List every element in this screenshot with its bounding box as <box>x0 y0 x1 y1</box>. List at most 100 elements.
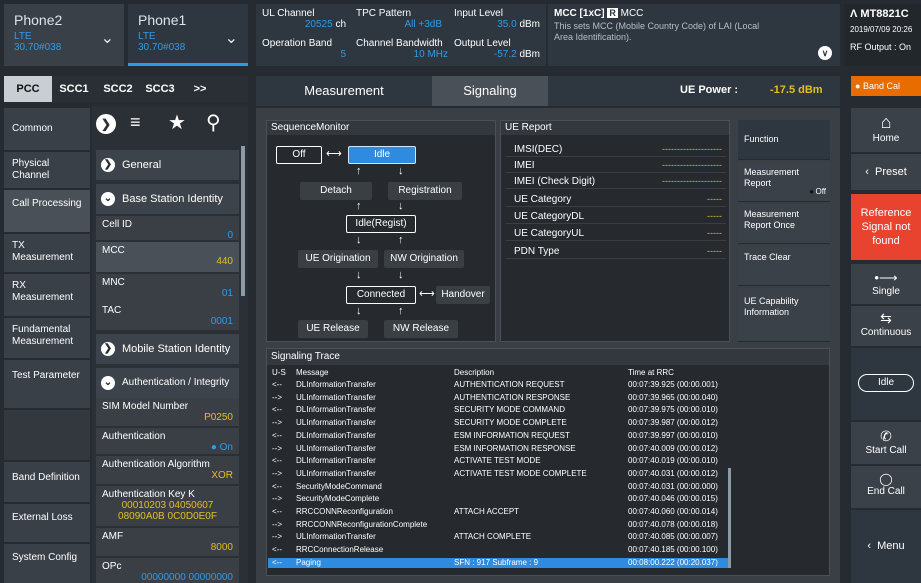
home-button[interactable]: ⌂ Home <box>851 108 921 152</box>
app-window: Phone2 LTE 30.70#038 ⌄ Phone1 LTE 30.70#… <box>0 0 921 583</box>
trace-row[interactable]: <-- DLInformationTransfer ACTIVATE TEST MO… <box>268 456 728 466</box>
settings-scrollbar[interactable] <box>241 146 245 296</box>
trace-row[interactable]: <-- DLInformationTransfer ESM INFORMATION … <box>268 431 728 441</box>
tpc-pattern[interactable]: TPC Pattern All +3dB <box>356 8 442 30</box>
trace-row[interactable]: <-- DLInformationTransfer SECURITY MODE CO… <box>268 405 728 415</box>
star-icon[interactable]: ★ <box>168 110 186 135</box>
expand-icon[interactable]: ❯ <box>96 114 116 134</box>
search-icon[interactable]: ⚲ <box>206 110 221 135</box>
home-icon: ⌂ <box>880 112 892 132</box>
tab-measurement[interactable]: Measurement <box>256 76 432 106</box>
field-authentication[interactable]: Authentication ● On <box>96 428 239 454</box>
trace-header: U-S Message Description Time at RRC <box>272 368 674 377</box>
action-detach[interactable]: Detach <box>300 182 372 200</box>
trace-clear-button[interactable]: Trace Clear <box>738 246 830 286</box>
category-external-loss[interactable]: External Loss <box>4 504 90 542</box>
action-handover[interactable]: Handover <box>436 286 490 304</box>
field-tac[interactable]: TAC 0001 <box>96 302 239 330</box>
trace-message: DLInformationTransfer <box>296 430 376 440</box>
tab-signaling[interactable]: Signaling <box>432 76 548 106</box>
section-general[interactable]: ❯ General <box>96 150 239 180</box>
trace-row[interactable]: <-- Paging SFN : 917 Subframe : 9 00:08:00.… <box>268 557 728 569</box>
output-level[interactable]: Output Level -57.2 dBm <box>454 38 540 60</box>
field-mcc[interactable]: MCC 440 <box>96 242 239 272</box>
trace-row[interactable]: <-- DLInformationTransfer AUTHENTICATION R… <box>268 380 728 390</box>
category-rx-measurement[interactable]: RX Measurement <box>4 274 90 316</box>
action-registration[interactable]: Registration <box>388 182 462 200</box>
trace-time: 00:07:40.031 (00:00.000) <box>628 481 718 491</box>
state-idle: Idle <box>348 146 416 164</box>
category-system-config[interactable]: System Config <box>4 544 90 583</box>
trace-row[interactable]: <-- RRCCONNReconfiguration ATTACH ACCEPT 00… <box>268 507 728 517</box>
tab-scc1[interactable]: SCC1 <box>52 76 96 102</box>
band-cal-banner[interactable]: ● Band Cal <box>851 76 921 96</box>
trace-row[interactable]: <-- RRCConnectionRelease 00:07:40.185 (00:… <box>268 545 728 555</box>
trace-row[interactable]: --> ULInformationTransfer AUTHENTICATION R… <box>268 393 728 403</box>
field-opc[interactable]: OPc 00000000 00000000 <box>96 558 239 583</box>
trace-description: SECURITY MODE COMPLETE <box>454 418 567 428</box>
section-base-station-identity[interactable]: ⌄ Base Station Identity <box>96 184 239 214</box>
trace-direction: --> <box>272 519 282 529</box>
category-common[interactable]: Common <box>4 108 90 150</box>
phone2-tab[interactable]: Phone2 LTE 30.70#038 ⌄ <box>4 4 124 66</box>
action-ue-origination[interactable]: UE Origination <box>298 250 378 268</box>
chevron-down-icon[interactable]: ⌄ <box>101 28 114 48</box>
preset-button[interactable]: ‹ Preset <box>851 154 921 190</box>
category-fundamental-measurement[interactable]: Fundamental Measurement <box>4 318 90 358</box>
trace-row[interactable]: <-- SecurityModeCommand 00:07:40.031 (00:0… <box>268 482 728 492</box>
trace-message: RRCCONNReconfiguration <box>296 507 393 516</box>
field-mnc[interactable]: MNC 01 <box>96 274 239 304</box>
field-authentication-algorithm[interactable]: Authentication Algorithm XOR <box>96 456 239 484</box>
chevron-down-icon[interactable]: ⌄ <box>225 28 238 48</box>
tab-scc3[interactable]: SCC3 <box>140 76 180 102</box>
tab-pcc[interactable]: PCC <box>4 76 52 102</box>
operation-band[interactable]: Operation Band 5 <box>262 38 346 60</box>
trace-row[interactable]: --> SecurityModeComplete 00:07:40.046 (00:… <box>268 494 728 504</box>
sequence-monitor-title: SequenceMonitor <box>267 121 495 135</box>
section-mobile-station-identity[interactable]: ❯ Mobile Station Identity <box>96 334 239 364</box>
list-icon[interactable]: ≡ <box>130 112 141 133</box>
field-sim-model-number[interactable]: SIM Model Number P0250 <box>96 398 239 426</box>
trace-direction: <-- <box>272 380 282 389</box>
trace-message: ULInformationTransfer <box>296 392 376 402</box>
tab-scc2[interactable]: SCC2 <box>96 76 140 102</box>
trace-row[interactable]: --> ULInformationTransfer ATTACH COMPLETE 0… <box>268 532 728 542</box>
end-call-button[interactable]: ◯ End Call <box>851 466 921 508</box>
field-authentication-key[interactable]: Authentication Key K 00010203 04050607 080… <box>96 486 239 526</box>
trace-direction: <-- <box>272 481 282 491</box>
action-nw-release[interactable]: NW Release <box>384 320 458 338</box>
trace-scrollbar[interactable] <box>728 468 731 568</box>
action-nw-origination[interactable]: NW Origination <box>384 250 464 268</box>
field-amf[interactable]: AMF 8000 <box>96 528 239 556</box>
trace-row[interactable]: --> ULInformationTransfer ACTIVATE TEST MO… <box>268 469 728 479</box>
trace-direction: --> <box>272 494 282 504</box>
ue-capability-button[interactable]: UE Capability Information <box>738 288 830 342</box>
trace-row[interactable]: --> ULInformationTransfer ESM INFORMATION … <box>268 444 728 454</box>
continuous-button[interactable]: ⇆ Continuous <box>851 306 921 346</box>
measurement-report-once-button[interactable]: Measurement Report Once <box>738 204 830 244</box>
single-button[interactable]: •⟶ Single <box>851 264 921 304</box>
phone1-tab[interactable]: Phone1 LTE 30.70#038 ⌄ <box>128 4 248 66</box>
category-tx-measurement[interactable]: TX Measurement <box>4 234 90 272</box>
measurement-report-button[interactable]: Measurement Report ● Off <box>738 162 830 202</box>
category-band-definition[interactable]: Band Definition <box>4 462 90 502</box>
channel-bandwidth[interactable]: Channel Bandwidth 10 MHz <box>356 38 448 60</box>
tab-more[interactable]: >> <box>180 76 220 102</box>
model-name: MT8821C <box>860 8 909 20</box>
ul-channel[interactable]: UL Channel 20525 ch <box>262 8 346 30</box>
ue-report-row: UE CategoryUL ----- <box>506 226 726 241</box>
section-authentication-integrity[interactable]: ⌄ Authentication / Integrity <box>96 368 239 398</box>
field-cell-id[interactable]: Cell ID 0 <box>96 216 239 241</box>
category-physical-channel[interactable]: Physical Channel <box>4 152 90 188</box>
trace-row[interactable]: --> RRCCONNReconfigurationComplete 00:07:4… <box>268 520 728 530</box>
chevron-down-icon: ⌄ <box>101 376 115 390</box>
action-ue-release[interactable]: UE Release <box>298 320 368 338</box>
trace-time: 00:07:40.046 (00:00.015) <box>628 494 718 504</box>
input-level[interactable]: Input Level 35.0 dBm <box>454 8 540 30</box>
trace-row[interactable]: --> ULInformationTransfer SECURITY MODE CO… <box>268 418 728 428</box>
category-call-processing[interactable]: Call Processing <box>4 190 90 232</box>
category-test-parameter[interactable]: Test Parameter <box>4 360 90 408</box>
start-call-button[interactable]: ✆ Start Call <box>851 422 921 464</box>
menu-button[interactable]: ‹ Menu <box>851 510 921 583</box>
collapse-icon[interactable]: ∨ <box>818 46 832 60</box>
